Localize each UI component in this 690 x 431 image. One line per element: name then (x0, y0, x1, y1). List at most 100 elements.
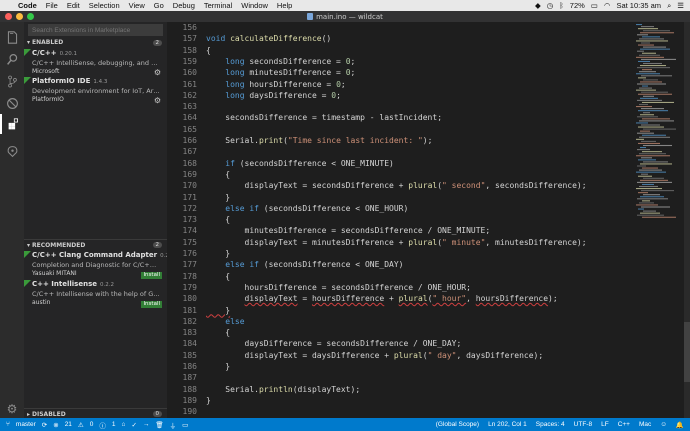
timemachine-icon[interactable]: ◷ (547, 1, 554, 10)
code-line[interactable]: hoursDifference = secondsDifference / ON… (206, 282, 471, 293)
menu-view[interactable]: View (129, 1, 145, 10)
language-mode[interactable]: C++ (618, 421, 630, 428)
extensions-search-input[interactable] (28, 24, 163, 36)
minimize-window-icon[interactable] (16, 13, 23, 20)
trash-icon[interactable]: 🗑 (155, 421, 163, 429)
encoding[interactable]: UTF-8 (574, 421, 592, 428)
code-editor[interactable]: 156 157 158 159 160 161 162 163 164 165 166 167 168 1… (167, 22, 690, 418)
minimap-line (641, 206, 670, 208)
code-line[interactable]: minutesDifference = secondsDifference / … (206, 225, 491, 236)
info-icon[interactable]: ⓘ (99, 420, 106, 430)
code-line[interactable]: displayText = secondsDifference + plural… (206, 180, 587, 191)
menu-debug[interactable]: Debug (173, 1, 195, 10)
menu-help[interactable]: Help (277, 1, 292, 10)
source-control-icon[interactable] (0, 70, 24, 92)
indentation[interactable]: Spaces: 4 (536, 421, 565, 428)
code-line[interactable]: secondsDifference = timestamp - lastInci… (206, 112, 442, 123)
battery-percent[interactable]: 72% (570, 1, 585, 10)
close-window-icon[interactable] (5, 13, 12, 20)
menu-file[interactable]: File (46, 1, 58, 10)
extension-item[interactable]: C/C++ Clang Command Adapter0.2.3 Complet… (24, 251, 174, 283)
manage-gear-icon[interactable]: ⚙ (154, 96, 161, 105)
code-area[interactable]: void calculateDifference(){ long seconds… (206, 22, 626, 418)
dropbox-icon[interactable]: ◆ (535, 1, 541, 10)
code-token: if (206, 158, 240, 168)
extension-item[interactable]: PlatformIO IDE 1.4.3 Development environm… (24, 77, 167, 109)
code-line[interactable]: } (206, 395, 211, 406)
menu-selection[interactable]: Selection (89, 1, 120, 10)
code-line[interactable]: daysDifference = secondsDifference / ONE… (206, 338, 462, 349)
scope-indicator[interactable]: (Global Scope) (436, 421, 479, 428)
settings-gear-icon[interactable]: ⚙ (0, 398, 24, 420)
debug-icon[interactable] (0, 92, 24, 114)
error-count[interactable]: 21 (65, 421, 72, 428)
platform[interactable]: Mac (639, 421, 651, 428)
code-line[interactable]: } (206, 305, 230, 316)
menu-go[interactable]: Go (154, 1, 164, 10)
terminal-icon[interactable]: ▭ (182, 421, 188, 429)
code-line[interactable]: { (206, 169, 230, 180)
error-icon[interactable]: ⊗ (53, 421, 58, 429)
upload-arrow-icon[interactable]: → (143, 421, 150, 428)
extensions-icon[interactable] (0, 114, 24, 134)
code-line[interactable]: } (206, 192, 230, 203)
code-line[interactable]: long daysDifference = 0; (206, 90, 341, 101)
explorer-icon[interactable] (0, 26, 24, 48)
clock[interactable]: Sat 10:35 am (616, 1, 661, 10)
info-count[interactable]: 1 (112, 421, 116, 428)
minimap-line (636, 89, 656, 91)
code-line[interactable]: { (206, 271, 230, 282)
install-button[interactable]: Install (141, 272, 162, 279)
code-line[interactable]: { (206, 45, 211, 56)
git-branch[interactable]: master (16, 421, 36, 428)
end-of-line[interactable]: LF (601, 421, 609, 428)
platformio-icon[interactable] (0, 140, 24, 162)
plug-icon[interactable]: ⏚ (170, 420, 177, 430)
home-icon[interactable]: ⌂ (122, 421, 126, 428)
smiley-feedback-icon[interactable]: ☺ (660, 421, 667, 428)
menu-code[interactable]: Code (18, 1, 37, 10)
warning-count[interactable]: 0 (90, 421, 94, 428)
menu-terminal[interactable]: Terminal (204, 1, 232, 10)
code-line[interactable]: } (206, 248, 230, 259)
scrollbar-thumb[interactable] (684, 322, 690, 382)
search-icon[interactable] (0, 48, 24, 70)
code-line[interactable]: Serial.print("Time since last incident: … (206, 135, 432, 146)
manage-gear-icon[interactable]: ⚙ (154, 68, 161, 77)
bluetooth-icon[interactable]: ᛒ (559, 1, 564, 10)
code-line[interactable]: else if (secondsDifference < ONE_DAY) (206, 259, 403, 270)
menu-edit[interactable]: Edit (67, 1, 80, 10)
code-line[interactable]: displayText = daysDifference + plural(" … (206, 350, 544, 361)
maximize-window-icon[interactable] (27, 13, 34, 20)
code-line[interactable]: else (206, 316, 244, 327)
code-line[interactable]: } (206, 361, 230, 372)
git-branch-icon[interactable]: ⑂ (6, 421, 10, 428)
menu-window[interactable]: Window (241, 1, 268, 10)
code-line[interactable]: { (206, 214, 230, 225)
code-line[interactable]: void calculateDifference() (206, 33, 331, 44)
section-recommended-header[interactable]: ▾ RECOMMENDED 2 (24, 239, 167, 250)
build-check-icon[interactable]: ✓ (131, 421, 136, 429)
warning-icon[interactable]: ⚠ (78, 421, 84, 429)
vertical-scrollbar[interactable] (684, 22, 690, 418)
code-line[interactable]: long secondsDifference = 0; (206, 56, 355, 67)
wifi-icon[interactable]: ◠ (604, 1, 611, 10)
bell-icon[interactable]: 🔔 (676, 421, 684, 429)
code-line[interactable]: displayText = minutesDifference + plural… (206, 237, 587, 248)
section-enabled-header[interactable]: ▾ ENABLED 2 (24, 37, 167, 48)
spotlight-icon[interactable]: ⌕ (667, 1, 671, 11)
code-line[interactable]: Serial.println(displayText); (206, 384, 360, 395)
notification-center-icon[interactable]: ☰ (677, 1, 684, 10)
minimap[interactable] (634, 22, 682, 222)
extension-item[interactable]: C++ Intellisense 0.2.2 C/C++ Intellisense… (24, 280, 167, 312)
code-line[interactable]: else if (secondsDifference < ONE_HOUR) (206, 203, 408, 214)
code-line[interactable]: if (secondsDifference < ONE_MINUTE) (206, 158, 394, 169)
code-line[interactable]: displayText = hoursDifference + plural("… (206, 293, 558, 304)
install-button[interactable]: Install (141, 301, 162, 308)
code-line[interactable]: long hoursDifference = 0; (206, 79, 345, 90)
cursor-position[interactable]: Ln 202, Col 1 (488, 421, 527, 428)
code-line[interactable]: { (206, 327, 230, 338)
battery-icon[interactable]: ▭ (591, 1, 598, 10)
sync-icon[interactable]: ⟳ (42, 421, 47, 429)
code-line[interactable]: long minutesDifference = 0; (206, 67, 355, 78)
